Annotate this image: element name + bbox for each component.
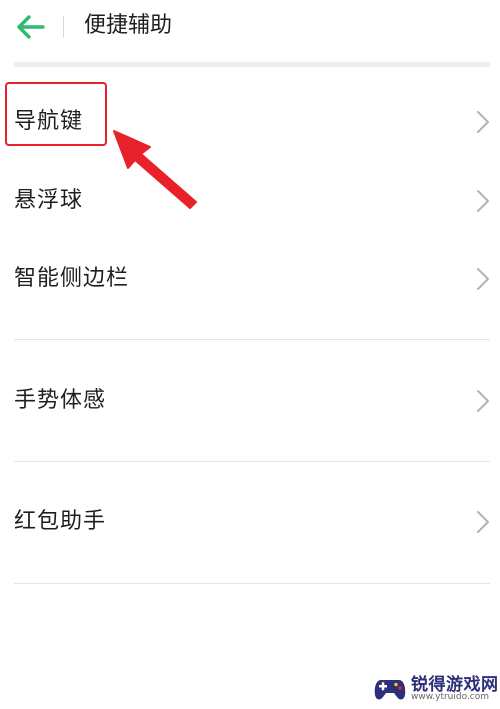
chevron-right-icon bbox=[477, 190, 489, 212]
header-bar: 便捷辅助 bbox=[0, 0, 500, 60]
item-label: 红包助手 bbox=[14, 509, 107, 534]
section-divider bbox=[14, 461, 490, 462]
back-button[interactable] bbox=[14, 12, 48, 42]
arrow-left-icon bbox=[17, 15, 45, 39]
pointer-arrow-icon bbox=[113, 130, 197, 209]
list-item-gestures-motion[interactable]: 手势体感 bbox=[0, 371, 500, 431]
chevron-right-icon bbox=[477, 268, 489, 290]
list-item-floating-ball[interactable]: 悬浮球 bbox=[0, 171, 500, 231]
header-shadow-bar bbox=[14, 62, 490, 67]
chevron-right-icon bbox=[477, 511, 489, 533]
watermark: 锐得游戏网 www.ytruido.com bbox=[370, 664, 500, 709]
item-label: 悬浮球 bbox=[14, 188, 84, 213]
section-divider bbox=[14, 583, 490, 584]
chevron-right-icon bbox=[477, 390, 489, 412]
gamepad-logo-icon bbox=[374, 680, 406, 700]
section-divider bbox=[14, 339, 490, 340]
page-title: 便捷辅助 bbox=[84, 13, 173, 38]
header-divider bbox=[63, 16, 64, 38]
list-item-red-packet-assistant[interactable]: 红包助手 bbox=[0, 492, 500, 552]
watermark-url: www.ytruido.com bbox=[411, 692, 490, 702]
item-label: 智能侧边栏 bbox=[14, 266, 130, 291]
item-label: 手势体感 bbox=[14, 388, 107, 413]
highlight-box bbox=[5, 82, 107, 146]
chevron-right-icon bbox=[477, 111, 489, 133]
list-item-smart-sidebar[interactable]: 智能侧边栏 bbox=[0, 249, 500, 309]
